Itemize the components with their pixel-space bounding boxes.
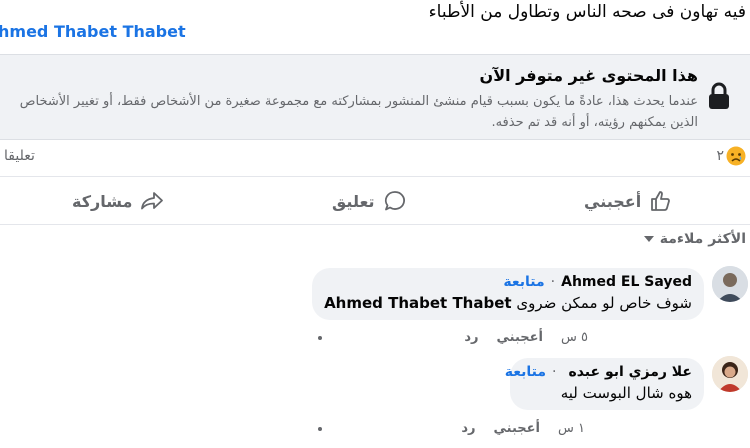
separator-dot: · <box>550 274 556 290</box>
comment-bubble: Ahmed EL Sayed · متابعة شوف خاص لو ممكن … <box>312 268 704 320</box>
comment-reply-button[interactable]: رد <box>461 421 475 436</box>
more-options-dot[interactable] <box>318 427 322 431</box>
comment-sort-dropdown[interactable]: الأكثر ملاءمة <box>643 231 746 247</box>
follow-button[interactable]: متابعة <box>503 274 544 290</box>
sad-emoji-icon[interactable] <box>726 146 746 166</box>
comments-count-link[interactable]: تعليقا <box>4 148 35 164</box>
comment-time[interactable]: ٥ س <box>561 330 588 345</box>
avatar[interactable] <box>712 356 748 392</box>
comment-like-button[interactable]: أعجبني <box>494 421 540 436</box>
tagged-profile-link[interactable]: hmed Thabet Thabet <box>0 22 186 41</box>
comment-author[interactable]: علا رمزي ابو عبده <box>568 364 692 380</box>
comment-header: علا رمزي ابو عبده · متابعة <box>505 364 692 380</box>
comment-body: شوف خاص لو ممكن ضروى <box>516 294 692 312</box>
lock-icon <box>709 82 729 109</box>
comment-button[interactable]: تعليق <box>332 188 407 214</box>
sort-label: الأكثر ملاءمة <box>659 231 746 247</box>
comment-time[interactable]: ١ س <box>558 421 585 436</box>
comment-text: هوه شال البوست ليه <box>560 384 692 402</box>
separator-dot: · <box>552 364 557 380</box>
like-label: أعجبني <box>584 191 642 211</box>
comment-like-button[interactable]: أعجبني <box>497 330 543 345</box>
unavailable-description: عندما يحدث هذا، عادةً ما يكون بسبب قيام … <box>19 94 698 130</box>
more-options-dot[interactable] <box>318 336 322 340</box>
share-label: مشاركة <box>72 191 133 211</box>
comment-bubble-icon <box>384 191 405 211</box>
unavailable-title: هذا المحتوى غير متوفر الآن <box>479 66 698 85</box>
comment-author[interactable]: Ahmed EL Sayed <box>561 274 692 290</box>
divider <box>0 176 750 177</box>
like-button[interactable]: أعجبني <box>584 188 673 214</box>
comment-meta: ١ س أعجبني رد <box>461 421 585 436</box>
share-arrow-icon <box>141 192 164 210</box>
thumbs-up-icon <box>651 191 671 211</box>
reaction-count[interactable]: ٢ <box>716 148 724 164</box>
divider <box>0 224 750 225</box>
comment-label: تعليق <box>332 191 375 211</box>
comment-reply-button[interactable]: رد <box>464 330 478 345</box>
avatar-image <box>712 266 748 302</box>
share-button[interactable]: مشاركة <box>72 188 164 214</box>
avatar[interactable] <box>712 266 748 302</box>
avatar-image <box>712 356 748 392</box>
comment-meta: ٥ س أعجبني رد <box>464 330 588 345</box>
follow-button[interactable]: متابعة <box>505 364 546 380</box>
caret-down-icon <box>643 236 654 242</box>
comment-bubble: علا رمزي ابو عبده · متابعة هوه شال البوس… <box>505 358 704 410</box>
mention-link[interactable]: Ahmed Thabet Thabet <box>324 294 512 312</box>
comment-text: شوف خاص لو ممكن ضروى Ahmed Thabet Thabet <box>324 294 692 312</box>
post-text: فيه تهاون فى صحه الناس وتطاول من الأطباء <box>428 2 746 22</box>
comment-header: Ahmed EL Sayed · متابعة <box>324 274 692 290</box>
